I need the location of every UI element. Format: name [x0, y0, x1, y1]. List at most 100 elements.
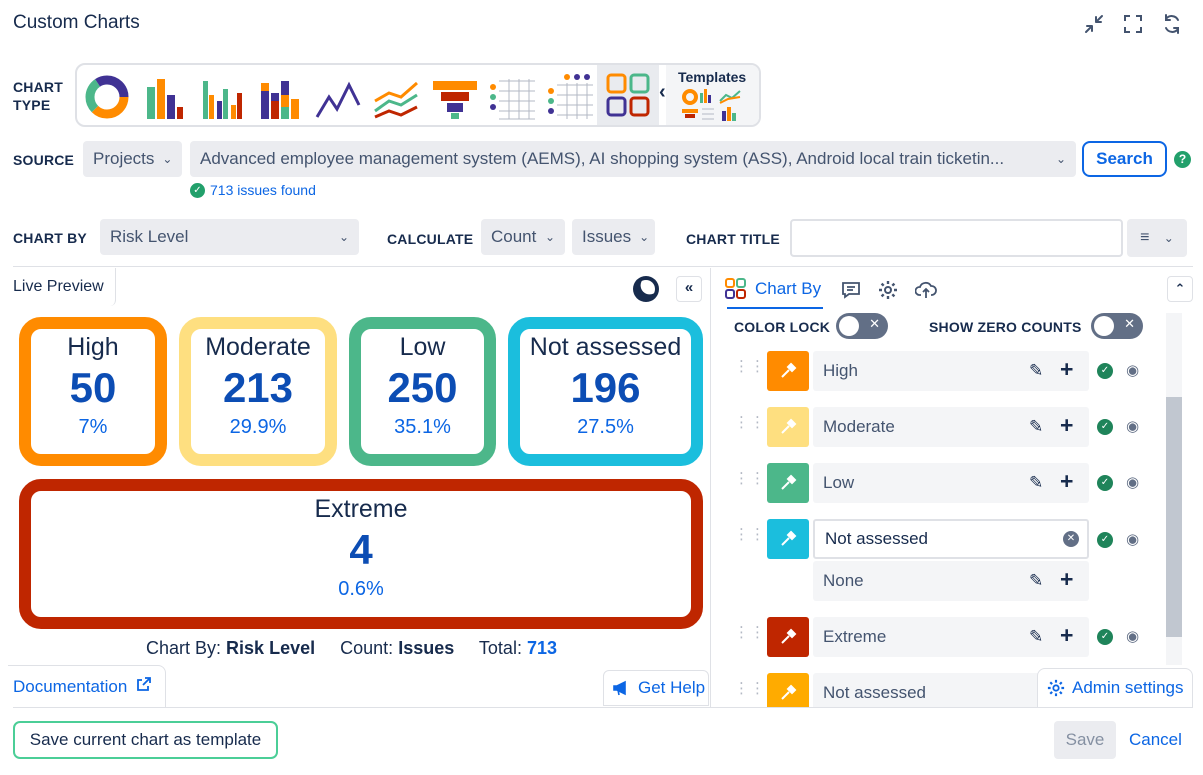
show-zero-counts-toggle[interactable]	[1091, 313, 1143, 339]
cards-icon	[725, 278, 746, 299]
show-zero-counts-label: SHOW ZERO COUNTS	[929, 319, 1082, 335]
card-percentage: 27.5%	[577, 416, 634, 438]
chart-title-input[interactable]	[790, 219, 1123, 257]
chart-type-line[interactable]	[313, 71, 365, 123]
save-button[interactable]: Save	[1054, 721, 1116, 759]
check-circle-icon[interactable]: ✓	[1097, 363, 1113, 379]
color-picker-button[interactable]	[767, 407, 809, 447]
list-item[interactable]: Low	[813, 463, 1089, 503]
chart-type-funnel[interactable]	[429, 71, 481, 123]
color-lock-toggle[interactable]	[836, 313, 888, 339]
get-help-button[interactable]: Get Help	[603, 670, 709, 706]
fullscreen-icon[interactable]	[1121, 12, 1145, 36]
card-percentage: 0.6%	[338, 578, 384, 600]
color-picker-button[interactable]	[767, 673, 809, 707]
chart-type-multi-line[interactable]	[371, 71, 423, 123]
plus-icon[interactable]: +	[1060, 356, 1073, 383]
eye-icon[interactable]: ◉	[1126, 473, 1139, 491]
tab-settings[interactable]	[878, 280, 898, 305]
theme-toggle-icon[interactable]	[633, 276, 659, 302]
chart-type-stacked-bar[interactable]	[255, 71, 307, 123]
drag-handle-icon[interactable]: ⋮⋮	[734, 415, 765, 438]
donut-chart-icon	[85, 75, 129, 119]
divider	[13, 266, 1193, 267]
card-percentage: 29.9%	[229, 416, 287, 438]
help-icon[interactable]: ?	[1174, 151, 1191, 168]
pencil-icon[interactable]: ✎	[1029, 361, 1043, 381]
check-circle-icon[interactable]: ✓	[1097, 419, 1113, 435]
collapse-panel-button[interactable]: ⌃	[1167, 276, 1193, 302]
drag-handle-icon[interactable]: ⋮⋮	[734, 681, 765, 704]
cancel-button[interactable]: Cancel	[1129, 721, 1182, 759]
check-circle-icon[interactable]: ✓	[1097, 475, 1113, 491]
eye-icon[interactable]: ◉	[1126, 417, 1139, 435]
minimize-icon[interactable]	[1082, 12, 1106, 36]
calc-target-select[interactable]: Issues ⌄	[572, 219, 655, 255]
check-circle-icon[interactable]: ✓	[1097, 532, 1113, 548]
drag-handle-icon[interactable]: ⋮⋮	[734, 625, 765, 648]
title-align-select[interactable]: ≡ ⌄	[1127, 219, 1187, 257]
list-item[interactable]: High	[813, 351, 1089, 391]
scrollbar-thumb[interactable]	[1166, 397, 1182, 637]
plus-icon[interactable]: +	[1060, 566, 1073, 593]
color-picker-button[interactable]	[767, 351, 809, 391]
refresh-icon[interactable]	[1160, 12, 1184, 36]
source-type-select[interactable]: Projects ⌄	[83, 141, 182, 177]
plus-icon[interactable]: +	[1060, 622, 1073, 649]
chart-type-pie[interactable]	[81, 71, 133, 123]
drag-handle-icon[interactable]: ⋮⋮	[734, 527, 765, 550]
admin-settings-button[interactable]: Admin settings	[1037, 668, 1193, 708]
chart-type-table[interactable]	[487, 71, 539, 123]
pencil-icon[interactable]: ✎	[1029, 571, 1043, 591]
stacked-bar-icon	[261, 81, 299, 119]
color-lock-label: COLOR LOCK	[734, 319, 831, 335]
eye-icon[interactable]: ◉	[1126, 530, 1139, 548]
color-picker-button[interactable]	[767, 519, 809, 559]
clear-icon[interactable]: ✕	[1063, 531, 1079, 547]
card-value: 213	[222, 364, 294, 411]
plus-icon[interactable]: +	[1060, 468, 1073, 495]
search-button[interactable]: Search	[1082, 141, 1167, 177]
color-picker-button[interactable]	[767, 463, 809, 503]
chevron-down-icon: ⌄	[162, 152, 173, 166]
eye-icon[interactable]: ◉	[1126, 361, 1139, 379]
chart-title-label: CHART TITLE	[686, 231, 780, 247]
drag-handle-icon[interactable]: ⋮⋮	[734, 359, 765, 382]
list-item-input[interactable]: Not assessed	[813, 519, 1089, 559]
chevron-down-icon: ⌄	[639, 230, 650, 244]
list-item[interactable]: Moderate	[813, 407, 1089, 447]
chart-type-bar[interactable]	[139, 71, 191, 123]
templates-icon	[682, 89, 741, 121]
pencil-icon[interactable]: ✎	[1029, 417, 1043, 437]
chart-type-two-dimensional[interactable]	[545, 71, 597, 123]
pencil-icon[interactable]: ✎	[1029, 473, 1043, 493]
chart-type-grouped-bar[interactable]	[197, 71, 249, 123]
projects-select[interactable]: Advanced employee management system (AEM…	[190, 141, 1076, 177]
drag-handle-icon[interactable]: ⋮⋮	[734, 471, 765, 494]
collapse-preview-button[interactable]: «	[676, 276, 702, 302]
eye-icon[interactable]: ◉	[1126, 627, 1139, 645]
tab-export[interactable]	[914, 280, 937, 305]
funnel-icon	[433, 81, 477, 119]
list-item[interactable]: None	[813, 561, 1089, 601]
card-label: Not assessed	[529, 333, 682, 361]
eyedropper-icon	[781, 474, 797, 490]
calc-function-select[interactable]: Count ⌄	[481, 219, 565, 255]
color-picker-button[interactable]	[767, 617, 809, 657]
gear-icon	[879, 281, 897, 299]
list-item[interactable]: Extreme	[813, 617, 1089, 657]
check-circle-icon[interactable]: ✓	[1097, 629, 1113, 645]
tab-chart-by[interactable]: Chart By	[725, 278, 821, 300]
chart-by-select[interactable]: Risk Level ⌄	[100, 219, 359, 255]
plus-icon[interactable]: +	[1060, 412, 1073, 439]
chart-type-cards[interactable]	[597, 65, 659, 125]
save-as-template-button[interactable]: Save current chart as template	[13, 721, 278, 759]
chart-by-label: CHART BY	[13, 230, 87, 246]
stat-card-not-assessed: Not assessed 196 27.5%	[508, 317, 703, 466]
chevron-left-icon[interactable]: ‹	[659, 81, 666, 104]
eyedropper-icon	[781, 362, 797, 378]
templates-button[interactable]: Templates	[666, 65, 759, 125]
pencil-icon[interactable]: ✎	[1029, 627, 1043, 647]
tab-format[interactable]	[841, 280, 861, 305]
documentation-link[interactable]: Documentation	[13, 676, 152, 697]
